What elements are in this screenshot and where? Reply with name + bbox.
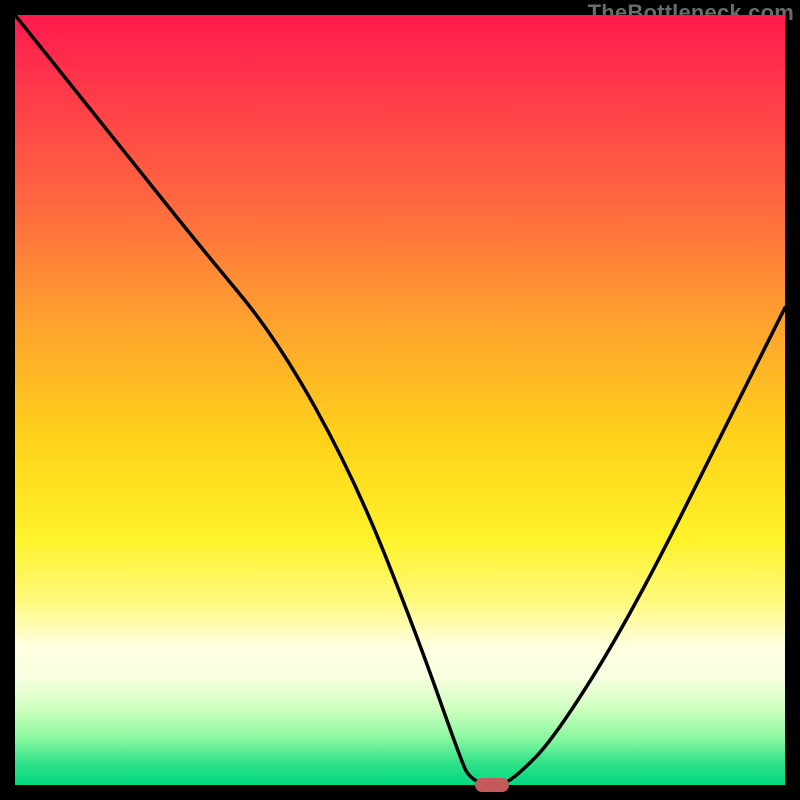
optimal-point-marker <box>475 778 509 792</box>
gradient-plot-area <box>15 15 785 785</box>
bottleneck-curve <box>15 15 785 785</box>
chart-frame: TheBottleneck.com <box>0 0 800 800</box>
